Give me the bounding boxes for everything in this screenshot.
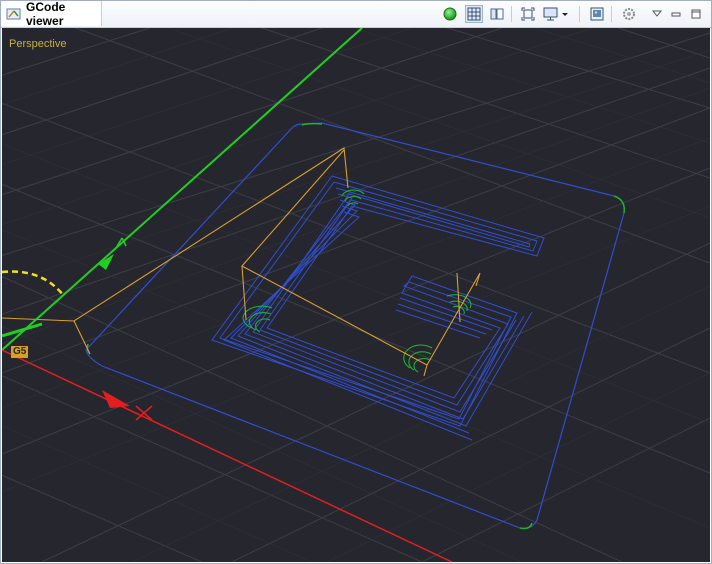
view-titlebar: GCode viewer — [1, 0, 711, 28]
yellow-rotation-arc — [2, 270, 65, 297]
maximize-icon — [691, 9, 701, 19]
ground-grid — [2, 28, 710, 562]
x-axis-arrow — [102, 390, 130, 408]
green-circle-icon — [443, 7, 457, 21]
maximize-button[interactable] — [687, 5, 705, 23]
origin-badge: G5 — [11, 346, 29, 358]
split-view-icon — [490, 8, 504, 20]
tab-label: GCode viewer — [26, 0, 66, 28]
g-toolpath — [211, 175, 545, 441]
gear-icon — [623, 8, 635, 20]
axes — [2, 28, 453, 562]
toolbar-separator — [579, 6, 580, 22]
status-indicator[interactable] — [441, 5, 459, 23]
fit-frame-icon — [521, 7, 535, 21]
display-mode-button[interactable] — [543, 5, 569, 23]
toolbar-separator — [511, 6, 512, 22]
gcode-viewer-icon — [6, 6, 22, 22]
minimize-icon — [671, 12, 681, 17]
x-axis-line — [2, 349, 453, 562]
view-mode-label: Perspective — [9, 38, 67, 50]
view-menu-button[interactable] — [648, 5, 666, 23]
grid-toggle-button[interactable] — [465, 5, 483, 23]
skirt-outline — [85, 122, 626, 530]
toolbar-separator — [611, 6, 612, 22]
minimize-button[interactable] — [667, 5, 685, 23]
split-view-button[interactable] — [488, 5, 506, 23]
snapshot-button[interactable] — [588, 5, 606, 23]
3d-viewport[interactable]: Perspective G5 — [2, 28, 710, 562]
scene-canvas — [2, 28, 710, 562]
image-icon — [590, 7, 604, 21]
settings-button[interactable] — [620, 5, 638, 23]
monitor-icon — [543, 7, 568, 21]
view-menu-icon — [651, 10, 663, 17]
grid-icon — [467, 7, 481, 21]
zoom-to-fit-button[interactable] — [519, 5, 537, 23]
gcode-viewer-window: GCode viewer Perspective G5 — [0, 0, 712, 564]
tab-gcode-viewer[interactable]: GCode viewer — [1, 0, 102, 28]
